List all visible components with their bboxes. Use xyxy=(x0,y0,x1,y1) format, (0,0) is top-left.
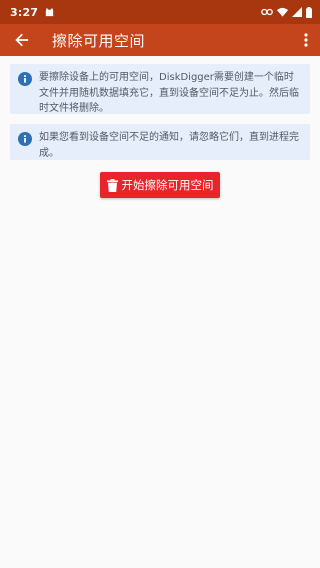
app-notification-icon xyxy=(46,7,54,16)
back-button[interactable] xyxy=(2,24,42,56)
battery-icon xyxy=(306,6,312,18)
trash-icon xyxy=(106,178,118,192)
info-icon xyxy=(18,72,32,86)
status-bar: 3:27 xyxy=(0,0,320,24)
info-card-low-space: 如果您看到设备空间不足的通知，请忽略它们，直到进程完成。 xyxy=(10,124,310,160)
page-title: 擦除可用空间 xyxy=(52,31,146,50)
info-icon xyxy=(18,132,32,146)
info-card-temp-file: 要擦除设备上的可用空间，DiskDigger需要创建一个临时文件并用随机数据填充… xyxy=(10,64,310,114)
status-time: 3:27 xyxy=(10,5,39,19)
start-wipe-label: 开始擦除可用空间 xyxy=(121,178,214,192)
overflow-menu-button[interactable] xyxy=(292,24,320,56)
status-icons xyxy=(261,6,312,18)
info-card-text: 如果您看到设备空间不足的通知，请忽略它们，直到进程完成。 xyxy=(39,132,299,159)
arrow-left-icon xyxy=(15,33,29,47)
signal-icon xyxy=(292,7,302,17)
wifi-icon xyxy=(277,7,288,17)
info-card-text: 要擦除设备上的可用空间，DiskDigger需要创建一个临时文件并用随机数据填充… xyxy=(39,72,299,114)
more-vert-icon xyxy=(304,33,308,47)
start-wipe-button[interactable]: 开始擦除可用空间 xyxy=(100,172,220,198)
link-icon xyxy=(261,8,273,16)
app-bar: 擦除可用空间 xyxy=(0,24,320,56)
